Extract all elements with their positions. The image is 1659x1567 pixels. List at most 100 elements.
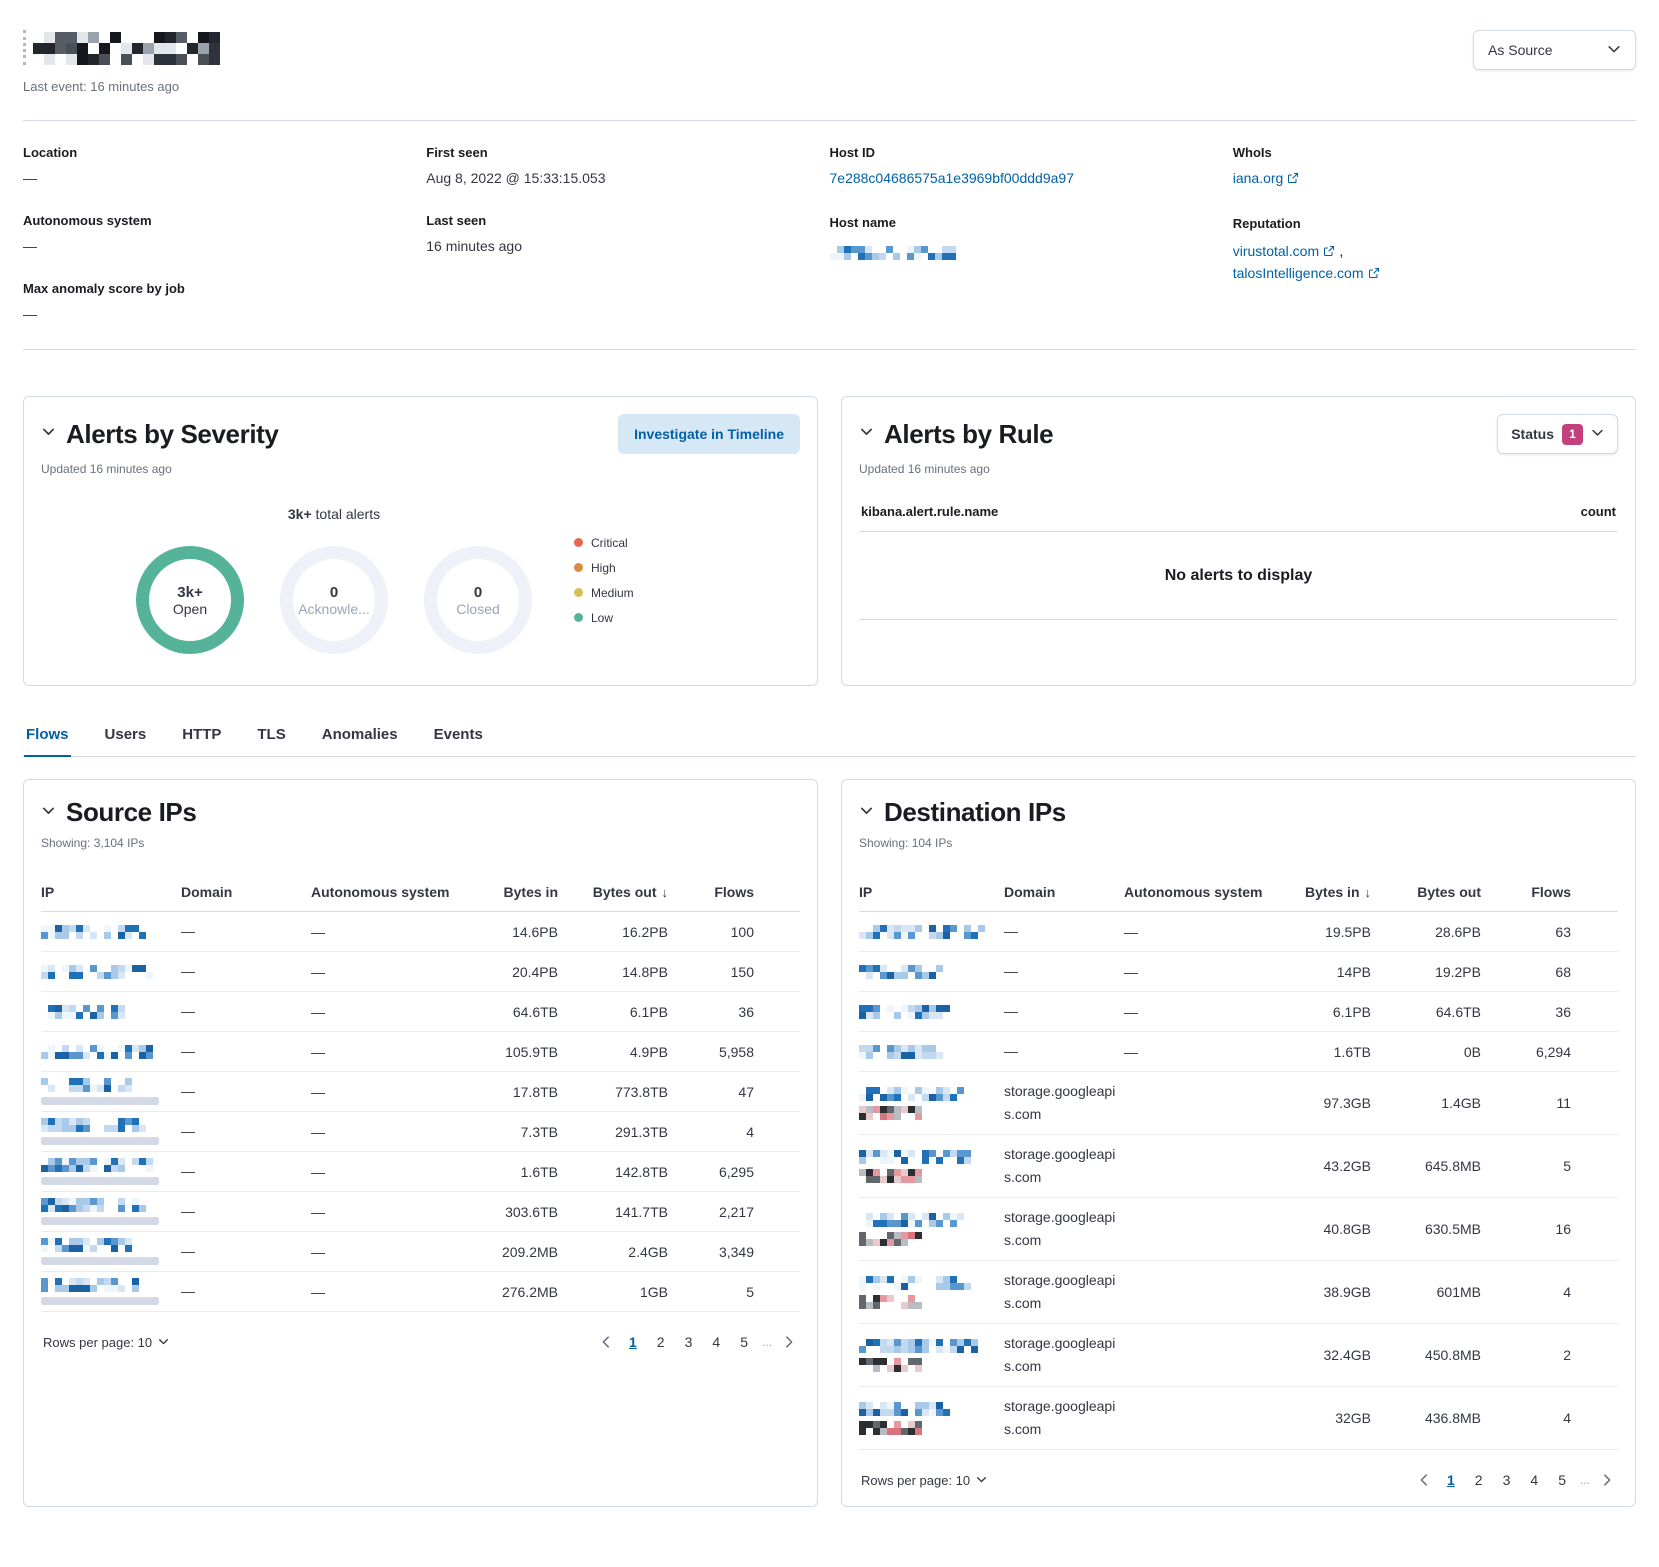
page-3[interactable]: 3	[679, 1332, 699, 1352]
redacted-host-name[interactable]	[830, 246, 956, 260]
redacted-ip[interactable]	[859, 1402, 996, 1416]
rows-per-page-button[interactable]: Rows per page: 10	[43, 1335, 169, 1350]
redacted-ip[interactable]	[41, 1045, 173, 1059]
col-bytes-out[interactable]: Bytes out	[1379, 884, 1489, 900]
redacted-ip[interactable]	[859, 1087, 996, 1101]
redacted-ip[interactable]	[41, 1278, 173, 1292]
redacted-flag	[859, 1232, 996, 1246]
page-3[interactable]: 3	[1497, 1470, 1517, 1490]
alerts-severity-collapse[interactable]: Alerts by Severity	[41, 419, 278, 450]
table-row[interactable]: — — 105.9TB 4.9PB 5,958	[41, 1032, 800, 1072]
virustotal-link[interactable]: virustotal.com	[1233, 243, 1319, 259]
table-row[interactable]: — — 7.3TB 291.3TB 4	[41, 1112, 800, 1152]
page-4[interactable]: 4	[706, 1332, 726, 1352]
col-ip[interactable]: IP	[41, 884, 181, 900]
as-source-select[interactable]: As Source	[1473, 30, 1636, 70]
col-domain[interactable]: Domain	[181, 884, 311, 900]
redacted-ip[interactable]	[41, 1078, 173, 1092]
redacted-ip[interactable]	[859, 1339, 996, 1353]
redacted-ip[interactable]	[41, 925, 173, 939]
table-row[interactable]: — — 20.4PB 14.8PB 150	[41, 952, 800, 992]
table-row[interactable]: — — 6.1PB 64.6TB 36	[859, 992, 1618, 1032]
chevron-right-icon[interactable]	[780, 1335, 798, 1349]
table-row[interactable]: — — 14.6PB 16.2PB 100	[41, 912, 800, 952]
high-dot-icon	[574, 563, 583, 572]
table-row[interactable]: storage.googleapis.com 43.2GB 645.8MB 5	[859, 1135, 1618, 1198]
tab-anomalies[interactable]: Anomalies	[320, 716, 400, 757]
col-flows[interactable]: Flows	[676, 884, 756, 900]
legend-item-low: Low	[574, 611, 634, 625]
col-bytes-in[interactable]: Bytes in	[476, 884, 566, 900]
low-dot-icon	[574, 613, 583, 622]
table-row[interactable]: — — 17.8TB 773.8TB 47	[41, 1072, 800, 1112]
table-row[interactable]: — — 64.6TB 6.1PB 36	[41, 992, 800, 1032]
redacted-ip[interactable]	[41, 1118, 173, 1132]
tab-tls[interactable]: TLS	[255, 716, 287, 757]
redacted-ip[interactable]	[41, 1238, 173, 1252]
col-as[interactable]: Autonomous system	[1124, 884, 1274, 900]
tab-flows[interactable]: Flows	[24, 716, 71, 757]
destination-ips-collapse[interactable]: Destination IPs	[859, 797, 1066, 828]
redacted-flag	[859, 1421, 996, 1435]
table-row[interactable]: — — 209.2MB 2.4GB 3,349	[41, 1232, 800, 1272]
page-5[interactable]: 5	[1552, 1470, 1572, 1490]
redacted-ip[interactable]	[859, 925, 996, 939]
tab-events[interactable]: Events	[432, 716, 485, 757]
redacted-ip[interactable]	[859, 965, 996, 979]
pages-ellipsis: ...	[1580, 1473, 1590, 1487]
table-row[interactable]: storage.googleapis.com 32.4GB 450.8MB 2	[859, 1324, 1618, 1387]
page-5[interactable]: 5	[734, 1332, 754, 1352]
redacted-ip[interactable]	[41, 1005, 173, 1019]
investigate-in-timeline-button[interactable]: Investigate in Timeline	[618, 414, 800, 454]
table-row[interactable]: — — 19.5PB 28.6PB 63	[859, 912, 1618, 952]
table-row[interactable]: storage.googleapis.com 32GB 436.8MB 4	[859, 1387, 1618, 1450]
rows-per-page-button[interactable]: Rows per page: 10	[861, 1473, 987, 1488]
redacted-ip[interactable]	[41, 1158, 173, 1172]
redacted-ip[interactable]	[859, 1005, 996, 1019]
source-pagination: Rows per page: 10 1 2 3 4 5 ...	[41, 1332, 800, 1352]
chevron-left-icon[interactable]	[597, 1335, 615, 1349]
page-2[interactable]: 2	[651, 1332, 671, 1352]
col-as[interactable]: Autonomous system	[311, 884, 476, 900]
col-bytes-in-sorted[interactable]: Bytes in	[1274, 884, 1379, 900]
destination-ips-panel: Destination IPs Showing: 104 IPs IP Doma…	[841, 779, 1636, 1507]
chevron-left-icon[interactable]	[1415, 1473, 1433, 1487]
table-row[interactable]: storage.googleapis.com 38.9GB 601MB 4	[859, 1261, 1618, 1324]
alerts-rule-collapse[interactable]: Alerts by Rule	[859, 419, 1053, 450]
table-row[interactable]: storage.googleapis.com 97.3GB 1.4GB 11	[859, 1072, 1618, 1135]
col-flows[interactable]: Flows	[1489, 884, 1573, 900]
page-2[interactable]: 2	[1469, 1470, 1489, 1490]
redacted-ip[interactable]	[859, 1150, 996, 1164]
redacted-flag	[859, 1295, 996, 1309]
tab-users[interactable]: Users	[103, 716, 149, 757]
redacted-ip[interactable]	[41, 1198, 173, 1212]
page-1[interactable]: 1	[1441, 1470, 1461, 1490]
table-row[interactable]: — — 276.2MB 1GB 5	[41, 1272, 800, 1312]
table-row[interactable]: storage.googleapis.com 40.8GB 630.5MB 16	[859, 1198, 1618, 1261]
talos-link[interactable]: talosIntelligence.com	[1233, 265, 1364, 281]
severity-legend: Critical High Medium Low	[574, 536, 634, 625]
table-row[interactable]: — — 303.6TB 141.7TB 2,217	[41, 1192, 800, 1232]
page-4[interactable]: 4	[1524, 1470, 1544, 1490]
col-bytes-out-sorted[interactable]: Bytes out	[566, 884, 676, 900]
col-ip[interactable]: IP	[859, 884, 1004, 900]
redacted-ip[interactable]	[41, 965, 173, 979]
status-filter-button[interactable]: Status 1	[1497, 414, 1618, 454]
destination-ips-title: Destination IPs	[884, 797, 1066, 828]
source-ips-collapse[interactable]: Source IPs	[41, 797, 196, 828]
table-row[interactable]: — — 1.6TB 142.8TB 6,295	[41, 1152, 800, 1192]
col-domain[interactable]: Domain	[1004, 884, 1124, 900]
donut-acknowledged[interactable]: 0 Acknowle...	[280, 546, 388, 654]
page-1[interactable]: 1	[623, 1332, 643, 1352]
whois-link[interactable]: iana.org	[1233, 170, 1284, 186]
donut-closed[interactable]: 0 Closed	[424, 546, 532, 654]
donut-open[interactable]: 3k+ Open	[136, 546, 244, 654]
chevron-right-icon[interactable]	[1598, 1473, 1616, 1487]
redacted-ip[interactable]	[859, 1045, 996, 1059]
redacted-ip[interactable]	[859, 1213, 996, 1227]
table-row[interactable]: — — 1.6TB 0B 6,294	[859, 1032, 1618, 1072]
host-id-link[interactable]: 7e288c04686575a1e3969bf00ddd9a97	[830, 170, 1074, 186]
table-row[interactable]: — — 14PB 19.2PB 68	[859, 952, 1618, 992]
redacted-ip[interactable]	[859, 1276, 996, 1290]
tab-http[interactable]: HTTP	[180, 716, 223, 757]
